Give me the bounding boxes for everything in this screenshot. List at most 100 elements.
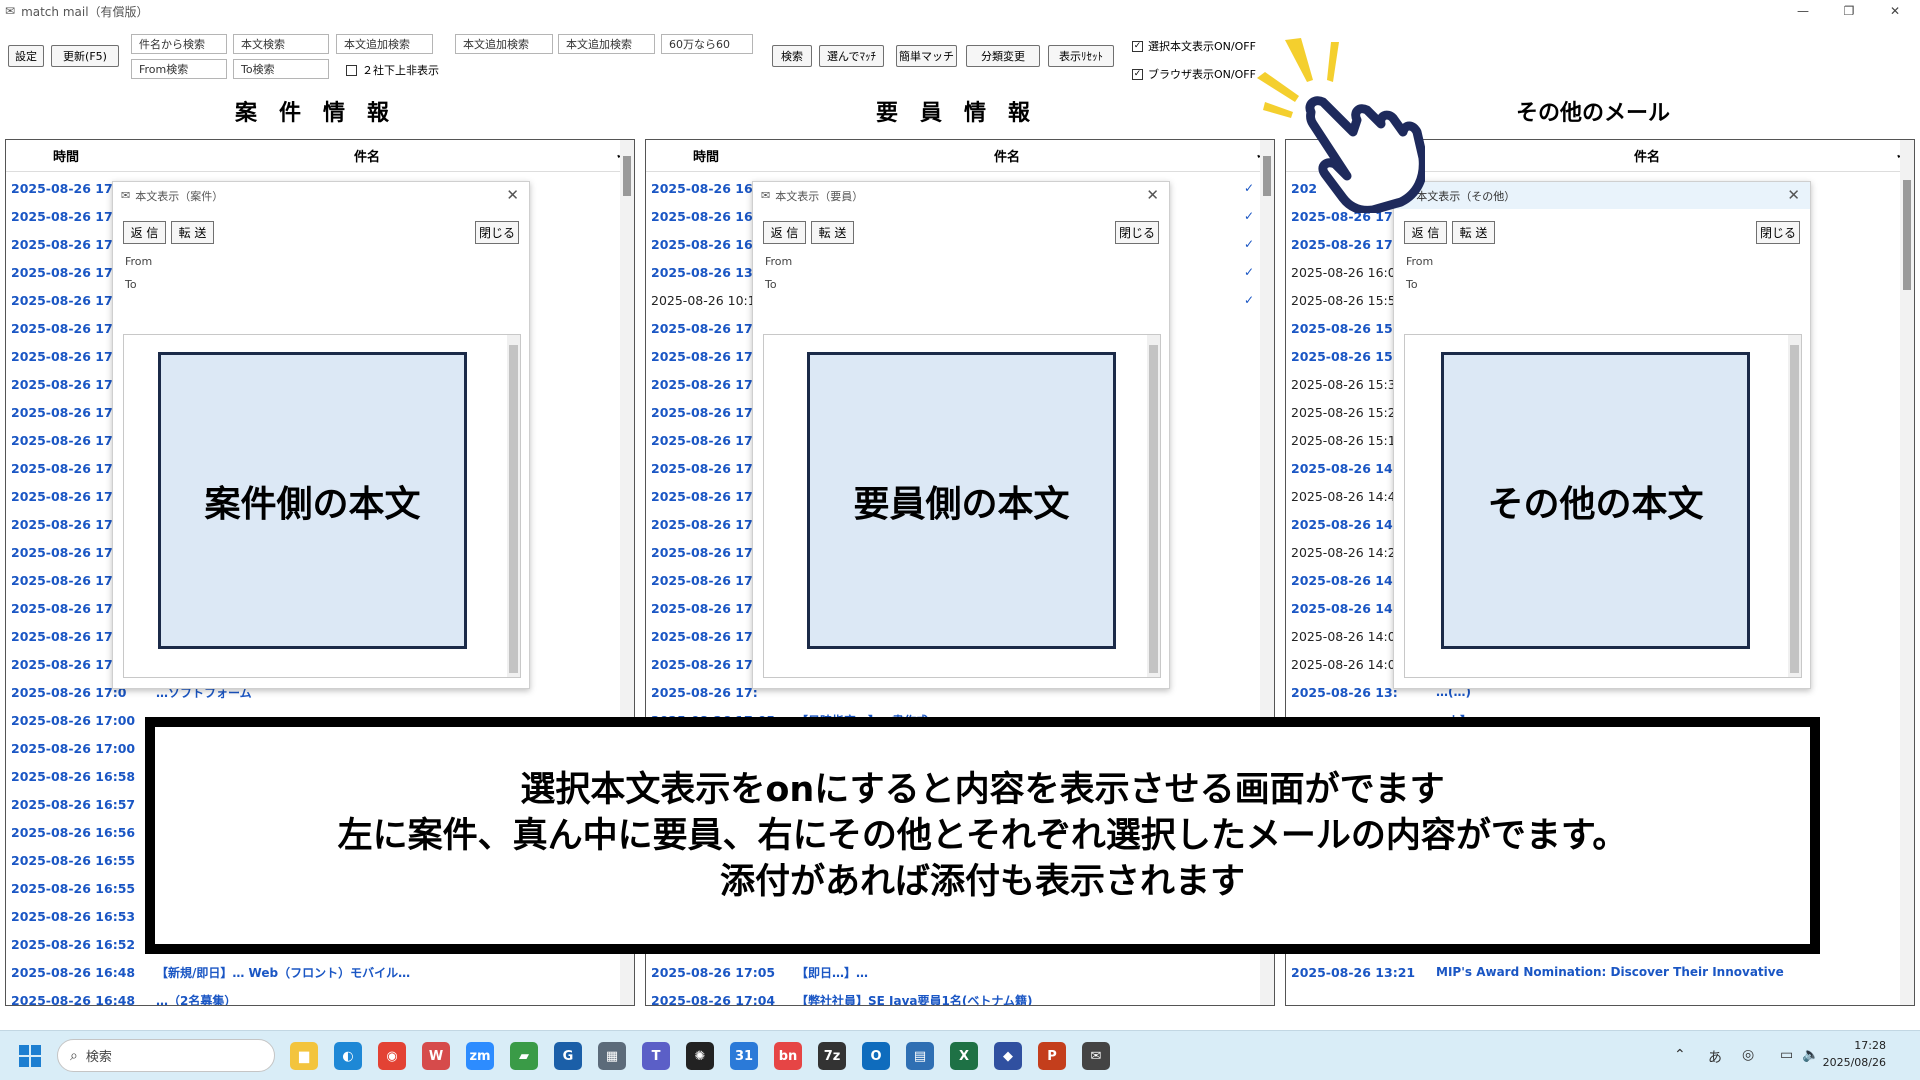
powerpoint-icon[interactable]: P (1038, 1042, 1066, 1070)
maximize-button[interactable]: ❐ (1826, 0, 1872, 22)
table-row[interactable]: 2025-08-26 17:05 【即日…】… (646, 958, 1260, 986)
table-row[interactable]: 2025-08-26 16:48 【新規/即日】… Web（フロント）モバイル… (6, 958, 620, 986)
clock-date: 2025/08/26 (1822, 1056, 1886, 1069)
header-subject[interactable]: 件名 (126, 146, 608, 165)
search-placeholder: 検索 (85, 1050, 112, 1065)
scroll-thumb[interactable] (1903, 180, 1911, 290)
settings-button[interactable]: 設定 (8, 45, 44, 67)
w-app-icon[interactable]: W (422, 1042, 450, 1070)
7zip-icon[interactable]: 7z (818, 1042, 846, 1070)
scrollbar[interactable] (1900, 140, 1914, 1005)
remote-icon[interactable]: ◆ (994, 1042, 1022, 1070)
green-app-icon[interactable]: ▰ (510, 1042, 538, 1070)
zoom-icon[interactable]: zm (466, 1042, 494, 1070)
taskbar: ⌕ 検索 ▆ ◐ ◉ Wzm ▰ G ▦ T ✺ 31 bn 7z O ▤ X ◆ P ✉ ⌃ あ ◎ ▭ 🔈 1… (0, 1030, 1920, 1080)
volume-icon[interactable]: 🔈 (1802, 1047, 1819, 1063)
pick-match-button[interactable]: 選んでﾏｯﾁ (819, 45, 884, 67)
scrollbar[interactable] (1788, 335, 1801, 677)
body-add-search-input-1[interactable]: 本文追加検索 (336, 34, 433, 54)
scrollbar[interactable] (507, 335, 520, 677)
to-label: To (1406, 278, 1418, 291)
close-icon[interactable]: ✕ (506, 186, 519, 204)
forward-button[interactable]: 転 送 (1452, 221, 1495, 244)
table-row[interactable]: 2025-08-26 16:48 …（2名募集） (6, 986, 620, 1006)
scroll-thumb[interactable] (623, 156, 631, 196)
reply-button[interactable]: 返 信 (123, 221, 166, 244)
refresh-button[interactable]: 更新(F5) (51, 45, 119, 67)
popup-close-button[interactable]: 閉じる (1115, 221, 1159, 244)
close-window-button[interactable]: ✕ (1872, 0, 1918, 22)
toggle-body-label: 選択本文表示ON/OFF (1148, 40, 1256, 53)
popup-close-button[interactable]: 閉じる (1756, 221, 1800, 244)
mail-app-icon[interactable]: ✉ (1082, 1042, 1110, 1070)
forward-button[interactable]: 転 送 (171, 221, 214, 244)
table-row[interactable]: 2025-08-26 17:04 【弊社社員】SE Java要員1名(ベトナム籍) (646, 986, 1260, 1006)
change-category-button[interactable]: 分類変更 (966, 45, 1040, 67)
chrome-icon[interactable]: ◉ (378, 1042, 406, 1070)
header-subject[interactable]: 件名 (1406, 146, 1888, 165)
reset-display-button[interactable]: 表示ﾘｾｯﾄ (1048, 45, 1114, 67)
hide-two-companies-label: ２社下上非表示 (362, 64, 439, 77)
price-filter-input[interactable]: 60万なら60 (661, 34, 753, 54)
copilot-icon[interactable]: ◎ (1742, 1047, 1754, 1063)
easy-match-button[interactable]: 簡単マッチ (896, 45, 957, 67)
toggle-body-checkbox[interactable]: ✓ 選択本文表示ON/OFF (1132, 38, 1256, 54)
checkbox-box[interactable] (346, 64, 357, 76)
teams-icon[interactable]: T (642, 1042, 670, 1070)
subject-search-input[interactable]: 件名から検索 (131, 34, 227, 54)
scrollbar[interactable] (1147, 335, 1160, 677)
row-check[interactable]: ✓ (1238, 293, 1260, 307)
to-search-input[interactable]: To検索 (233, 59, 329, 79)
minimize-button[interactable]: — (1780, 0, 1826, 22)
clock[interactable]: 17:28 2025/08/26 (1823, 1037, 1886, 1071)
network-icon[interactable]: ▭ (1780, 1047, 1793, 1063)
search-button[interactable]: 検索 (772, 45, 812, 67)
header-subject[interactable]: 件名 (766, 146, 1248, 165)
taskbar-search[interactable]: ⌕ 検索 (57, 1039, 275, 1072)
forward-button[interactable]: 転 送 (811, 221, 854, 244)
reply-button[interactable]: 返 信 (1404, 221, 1447, 244)
reply-button[interactable]: 返 信 (763, 221, 806, 244)
toggle-browser-label: ブラウザ表示ON/OFF (1148, 68, 1256, 81)
scroll-thumb[interactable] (509, 345, 518, 673)
outlook-icon[interactable]: O (862, 1042, 890, 1070)
from-search-input[interactable]: From検索 (131, 59, 227, 79)
chatgpt-icon[interactable]: ✺ (686, 1042, 714, 1070)
scroll-thumb[interactable] (1790, 345, 1799, 673)
calendar-icon[interactable]: 31 (730, 1042, 758, 1070)
popup-title: 本文表示（案件） (135, 189, 224, 203)
header-time[interactable]: 時間 (6, 146, 126, 165)
callout-line-1: 選択本文表示をonにすると内容を表示させる画面がでます (520, 769, 1445, 810)
popup-title: 本文表示（要員） (775, 189, 864, 203)
body-add-search-input-2[interactable]: 本文追加検索 (455, 34, 553, 54)
body-add-search-input-3[interactable]: 本文追加検索 (558, 34, 655, 54)
to-label: To (125, 278, 137, 291)
edge-icon[interactable]: ◐ (334, 1042, 362, 1070)
checked-icon[interactable]: ✓ (1132, 40, 1143, 52)
scroll-thumb[interactable] (1149, 345, 1158, 673)
calculator-icon[interactable]: ▦ (598, 1042, 626, 1070)
red-app-icon[interactable]: bn (774, 1042, 802, 1070)
hide-two-companies-checkbox[interactable]: ２社下上非表示 (346, 62, 439, 78)
table-row[interactable]: 2025-08-26 13:21 MIP's Award Nomination: … (1286, 958, 1900, 986)
excel-icon[interactable]: X (950, 1042, 978, 1070)
header-time[interactable]: 時間 (646, 146, 766, 165)
close-icon[interactable]: ✕ (1146, 186, 1159, 204)
list-header: 時間 件名 ✓ (6, 140, 634, 172)
start-icon[interactable] (19, 1045, 41, 1067)
popup-header: ✉ 本文表示（要員） ✕ (753, 182, 1169, 209)
notepad-icon[interactable]: ▤ (906, 1042, 934, 1070)
row-subject: 【弊社社員】SE Java要員1名(ベトナム籍) (796, 993, 1033, 1006)
checked-icon[interactable]: ✓ (1132, 68, 1143, 80)
body-search-input[interactable]: 本文検索 (233, 34, 329, 54)
row-time: 2025-08-26 16:56 (11, 824, 136, 840)
g-app-icon[interactable]: G (554, 1042, 582, 1070)
toggle-browser-checkbox[interactable]: ✓ ブラウザ表示ON/OFF (1132, 66, 1256, 82)
row-check[interactable]: ✓ (1238, 265, 1260, 279)
row-check[interactable]: ✓ (1238, 237, 1260, 251)
file-explorer-icon[interactable]: ▆ (290, 1042, 318, 1070)
close-icon[interactable]: ✕ (1787, 186, 1800, 204)
chevron-up-icon[interactable]: ⌃ (1674, 1047, 1686, 1063)
ime-indicator[interactable]: あ (1708, 1047, 1722, 1067)
popup-close-button[interactable]: 閉じる (475, 221, 519, 244)
